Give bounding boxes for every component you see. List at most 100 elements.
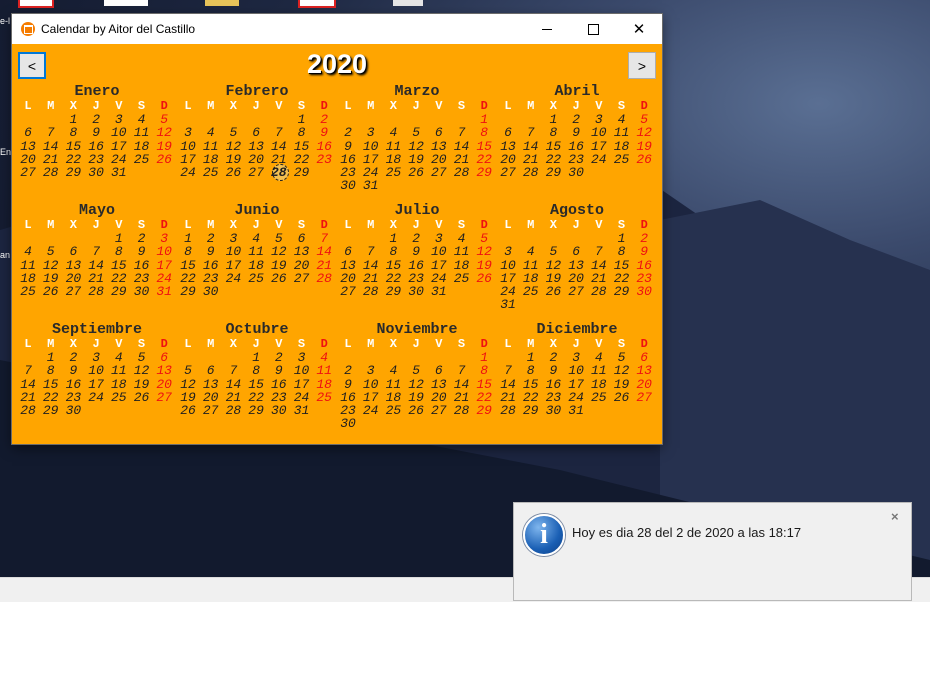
- day-cell[interactable]: 21: [17, 391, 39, 404]
- day-cell[interactable]: 5: [405, 364, 427, 377]
- day-cell[interactable]: 18: [200, 153, 222, 166]
- day-cell[interactable]: 28: [360, 285, 382, 298]
- day-cell[interactable]: 1: [473, 113, 495, 126]
- notification-close-button[interactable]: ×: [891, 509, 899, 524]
- day-cell[interactable]: 12: [222, 140, 244, 153]
- day-cell[interactable]: 25: [131, 153, 153, 166]
- day-cell[interactable]: 8: [611, 245, 633, 258]
- day-cell[interactable]: 13: [17, 140, 39, 153]
- day-cell[interactable]: 29: [473, 166, 495, 179]
- day-cell[interactable]: 20: [291, 259, 313, 272]
- day-cell[interactable]: 10: [222, 245, 244, 258]
- day-cell[interactable]: 21: [222, 391, 244, 404]
- day-cell[interactable]: 12: [542, 259, 564, 272]
- day-cell[interactable]: 18: [17, 272, 39, 285]
- day-cell[interactable]: 22: [40, 391, 62, 404]
- day-cell[interactable]: 26: [405, 404, 427, 417]
- day-cell[interactable]: 12: [131, 364, 153, 377]
- day-cell[interactable]: 7: [497, 364, 519, 377]
- day-cell[interactable]: 24: [291, 391, 313, 404]
- day-cell[interactable]: 29: [382, 285, 404, 298]
- day-cell[interactable]: 28: [451, 404, 473, 417]
- day-cell[interactable]: 30: [200, 285, 222, 298]
- day-cell[interactable]: 29: [542, 166, 564, 179]
- day-cell[interactable]: 8: [473, 364, 495, 377]
- day-cell[interactable]: 8: [177, 245, 199, 258]
- day-cell[interactable]: 9: [542, 364, 564, 377]
- desktop-icon-app[interactable]: [298, 0, 336, 8]
- day-cell[interactable]: 17: [360, 153, 382, 166]
- day-cell[interactable]: 23: [268, 391, 290, 404]
- day-cell[interactable]: 29: [611, 285, 633, 298]
- day-cell[interactable]: 6: [337, 245, 359, 258]
- day-cell[interactable]: 7: [17, 364, 39, 377]
- day-cell[interactable]: 14: [40, 140, 62, 153]
- day-cell[interactable]: 5: [473, 232, 495, 245]
- day-cell[interactable]: 24: [108, 153, 130, 166]
- day-cell[interactable]: 27: [200, 404, 222, 417]
- day-cell[interactable]: 11: [451, 245, 473, 258]
- day-cell[interactable]: 3: [588, 113, 610, 126]
- day-cell[interactable]: 23: [565, 153, 587, 166]
- day-cell[interactable]: 13: [153, 364, 175, 377]
- day-cell[interactable]: 5: [633, 113, 655, 126]
- day-cell[interactable]: 14: [588, 259, 610, 272]
- day-cell[interactable]: 1: [40, 351, 62, 364]
- day-cell[interactable]: 11: [382, 378, 404, 391]
- day-cell[interactable]: 24: [588, 153, 610, 166]
- day-cell[interactable]: 24: [428, 272, 450, 285]
- day-cell[interactable]: 6: [62, 245, 84, 258]
- day-cell[interactable]: 22: [542, 153, 564, 166]
- day-cell[interactable]: 25: [200, 166, 222, 179]
- day-cell[interactable]: 6: [291, 232, 313, 245]
- day-cell[interactable]: 29: [177, 285, 199, 298]
- day-cell[interactable]: 22: [611, 272, 633, 285]
- day-cell[interactable]: 31: [428, 285, 450, 298]
- day-cell[interactable]: 4: [313, 351, 335, 364]
- day-cell[interactable]: 12: [633, 126, 655, 139]
- day-cell[interactable]: 20: [200, 391, 222, 404]
- day-cell[interactable]: 6: [428, 126, 450, 139]
- day-cell[interactable]: 20: [17, 153, 39, 166]
- day-cell[interactable]: 11: [520, 259, 542, 272]
- day-cell[interactable]: 23: [85, 153, 107, 166]
- day-cell[interactable]: 4: [17, 245, 39, 258]
- day-cell[interactable]: 13: [565, 259, 587, 272]
- day-cell[interactable]: 17: [291, 378, 313, 391]
- day-cell[interactable]: 30: [405, 285, 427, 298]
- day-cell[interactable]: 13: [428, 378, 450, 391]
- day-cell[interactable]: 28: [85, 285, 107, 298]
- day-cell[interactable]: 3: [108, 113, 130, 126]
- day-cell[interactable]: 26: [153, 153, 175, 166]
- day-cell[interactable]: 26: [542, 285, 564, 298]
- day-cell[interactable]: 13: [428, 140, 450, 153]
- day-cell[interactable]: 6: [200, 364, 222, 377]
- day-cell[interactable]: 16: [633, 259, 655, 272]
- day-cell[interactable]: 21: [40, 153, 62, 166]
- day-cell[interactable]: 1: [520, 351, 542, 364]
- day-cell[interactable]: 30: [565, 166, 587, 179]
- day-cell[interactable]: 22: [291, 153, 313, 166]
- day-cell[interactable]: 19: [473, 259, 495, 272]
- day-cell[interactable]: 6: [17, 126, 39, 139]
- day-cell[interactable]: 14: [268, 140, 290, 153]
- day-cell[interactable]: 3: [360, 126, 382, 139]
- day-cell[interactable]: 30: [268, 404, 290, 417]
- day-cell[interactable]: 27: [428, 404, 450, 417]
- day-cell[interactable]: 10: [428, 245, 450, 258]
- day-cell[interactable]: 16: [337, 391, 359, 404]
- day-cell[interactable]: 17: [177, 153, 199, 166]
- day-cell[interactable]: 22: [177, 272, 199, 285]
- day-cell[interactable]: 10: [588, 126, 610, 139]
- day-cell[interactable]: 4: [245, 232, 267, 245]
- day-cell[interactable]: 30: [337, 417, 359, 430]
- day-cell[interactable]: 8: [473, 126, 495, 139]
- day-cell[interactable]: 25: [382, 404, 404, 417]
- day-cell[interactable]: 25: [611, 153, 633, 166]
- day-cell[interactable]: 11: [131, 126, 153, 139]
- day-cell[interactable]: 20: [153, 378, 175, 391]
- day-cell[interactable]: 15: [40, 378, 62, 391]
- day-cell[interactable]: 17: [222, 259, 244, 272]
- day-cell[interactable]: 25: [520, 285, 542, 298]
- day-cell[interactable]: 16: [268, 378, 290, 391]
